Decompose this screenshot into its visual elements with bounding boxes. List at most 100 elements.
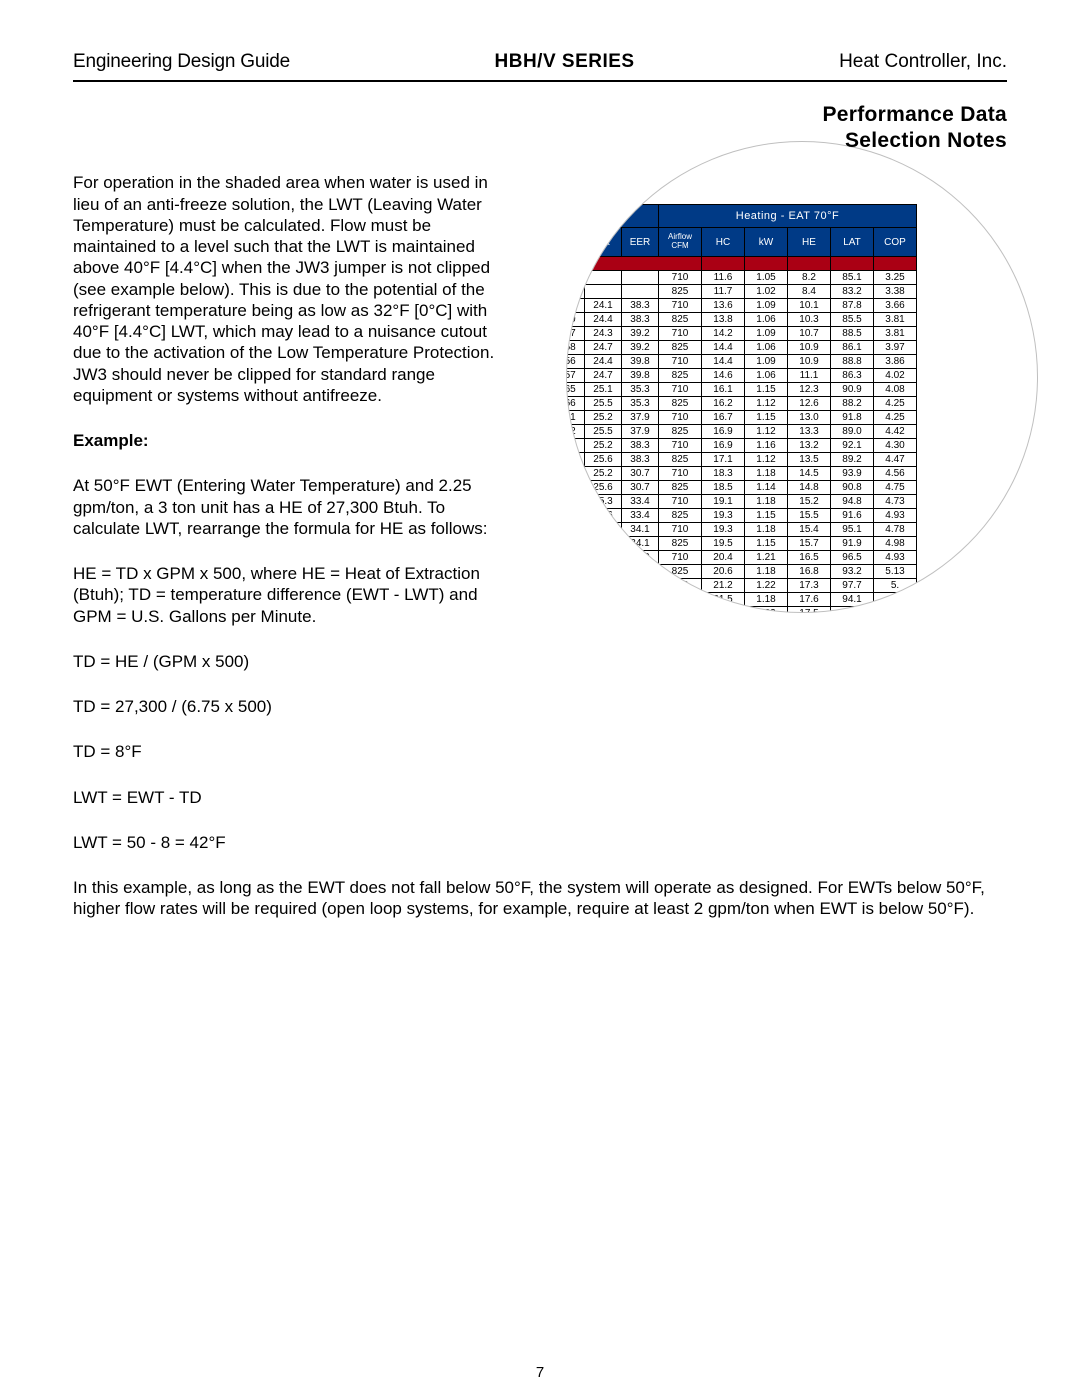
table-cell <box>622 271 659 285</box>
table-cell: 88.8 <box>831 355 874 369</box>
table-cell: 96.5 <box>831 551 874 565</box>
header-right: Heat Controller, Inc. <box>839 50 1007 74</box>
table-cell: 25.6 <box>585 509 622 523</box>
table-cell <box>567 565 585 579</box>
table-cell: 3.25 <box>874 271 917 285</box>
column-header: W <box>567 228 585 257</box>
table-cell: 825 <box>659 369 702 383</box>
table-cell: 20.6 <box>702 565 745 579</box>
table-cell: 825 <box>659 593 702 607</box>
table-cell: 25.9 <box>622 551 659 565</box>
table-cell: 4.56 <box>874 467 917 481</box>
table-cell: 15.7 <box>788 537 831 551</box>
table-cell: 17.3 <box>788 579 831 593</box>
table-cell <box>585 593 622 607</box>
table-cell: 16.7 <box>702 411 745 425</box>
header-center: HBH/V SERIES <box>495 50 635 74</box>
recommended-row-label: nmended <box>567 257 702 271</box>
table-cell: 825 <box>659 397 702 411</box>
table-cell: 38.3 <box>622 299 659 313</box>
table-cell: 3.38 <box>874 285 917 299</box>
equation-lwt-formula: LWT = EWT - TD <box>73 787 498 808</box>
table-cell: 710 <box>659 299 702 313</box>
table-cell: 1.15 <box>745 509 788 523</box>
paragraph-3: In this example, as long as the EWT does… <box>73 877 1007 920</box>
table-cell: 94.1 <box>831 593 874 607</box>
table-cell: 1.09 <box>745 299 788 313</box>
table-cell: 91.6 <box>831 509 874 523</box>
table-cell: 98.0 <box>831 607 874 613</box>
table-cell: 11.1 <box>788 369 831 383</box>
table-cell: 16.9 <box>702 425 745 439</box>
table-cell: 4.02 <box>874 369 917 383</box>
column-header: EER <box>622 228 659 257</box>
table-cell: 0.68 <box>567 537 585 551</box>
table-cell <box>874 607 917 613</box>
table-cell <box>567 551 585 565</box>
table-cell: 30.7 <box>622 481 659 495</box>
table-cell: 88.5 <box>831 327 874 341</box>
table-cell: 89.2 <box>831 453 874 467</box>
table-cell: 25.2 <box>585 467 622 481</box>
table-cell: 0.62 <box>567 425 585 439</box>
table-cell: 1.09 <box>745 327 788 341</box>
table-cell: 25.1 <box>585 383 622 397</box>
table-cell: 87.8 <box>831 299 874 313</box>
table-header-blank <box>567 205 659 228</box>
table-cell: 710 <box>659 467 702 481</box>
table-cell: 1.18 <box>745 565 788 579</box>
table-cell: 0.6 <box>567 439 585 453</box>
table-cell: 1.18 <box>745 523 788 537</box>
table-cell: 0.58 <box>567 299 585 313</box>
table-cell: 10.9 <box>788 341 831 355</box>
table-cell: 25.1 <box>585 565 622 579</box>
table-cell: 4.08 <box>874 383 917 397</box>
table-cell: 19.5 <box>702 537 745 551</box>
column-header: kW <box>745 228 788 257</box>
table-cell: 0.74 <box>567 467 585 481</box>
page-header: Engineering Design Guide HBH/V SERIES He… <box>73 50 1007 74</box>
table-cell: 35.3 <box>622 383 659 397</box>
table-cell: 4.93 <box>874 509 917 523</box>
table-cell: 4.75 <box>874 481 917 495</box>
table-cell: 33.4 <box>622 495 659 509</box>
recommended-row-cell <box>702 257 745 271</box>
table-cell: 94.8 <box>831 495 874 509</box>
table-cell: 95.1 <box>831 523 874 537</box>
table-cell: 19.1 <box>702 495 745 509</box>
table-cell: 24.4 <box>585 313 622 327</box>
table-cell: 1.16 <box>745 439 788 453</box>
table-cell: 93.2 <box>831 565 874 579</box>
table-cell: 1.12 <box>745 453 788 467</box>
table-cell: 15.2 <box>788 495 831 509</box>
table-cell: 710 <box>659 327 702 341</box>
table-cell: 10.1 <box>788 299 831 313</box>
table-cell: 89.0 <box>831 425 874 439</box>
table-cell: 38.3 <box>622 453 659 467</box>
table-cell: 0.56 <box>567 355 585 369</box>
table-cell: 4.25 <box>874 411 917 425</box>
table-cell: 25.3 <box>585 523 622 537</box>
table-cell: 24.1 <box>585 299 622 313</box>
table-cell: 710 <box>659 439 702 453</box>
equation-td-formula: TD = HE / (GPM x 500) <box>73 651 498 672</box>
table-cell: 25.2 <box>585 439 622 453</box>
table-cell: 825 <box>659 537 702 551</box>
table-cell: 91.9 <box>831 537 874 551</box>
equation-td-sub: TD = 27,300 / (6.75 x 500) <box>73 696 498 717</box>
paragraph-2: At 50°F EWT (Entering Water Temperature)… <box>73 475 498 539</box>
table-cell: 4.47 <box>874 453 917 467</box>
equation-he: HE = TD x GPM x 500, where HE = Heat of … <box>73 563 498 627</box>
table-cell: 37.9 <box>622 425 659 439</box>
table-cell: 25.6 <box>585 537 622 551</box>
table-cell: 1.22 <box>745 607 788 613</box>
table-cell: 5.13 <box>874 565 917 579</box>
table-cell: 16.5 <box>788 551 831 565</box>
table-cell <box>622 285 659 299</box>
table-cell: 24.7 <box>585 341 622 355</box>
table-cell: 8.4 <box>788 285 831 299</box>
table-cell <box>585 271 622 285</box>
table-cell: 13.5 <box>788 453 831 467</box>
content: Heating - EAT 70°FWHREERAirflowCFMHCkWHE… <box>73 172 1007 919</box>
table-cell: 1.18 <box>745 593 788 607</box>
